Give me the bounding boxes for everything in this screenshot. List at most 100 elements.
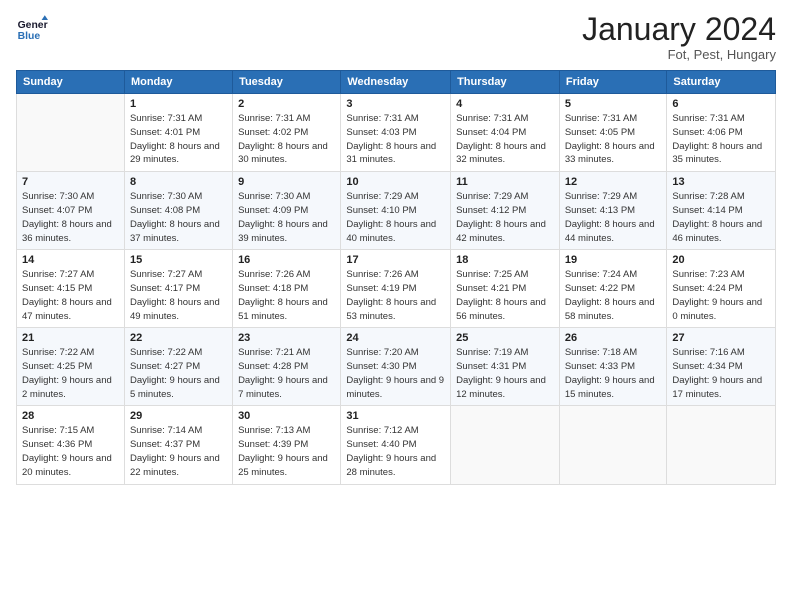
col-header-sunday: Sunday	[17, 71, 125, 94]
calendar-table: SundayMondayTuesdayWednesdayThursdayFrid…	[16, 70, 776, 484]
day-number: 12	[565, 176, 662, 188]
calendar-cell: 15Sunrise: 7:27 AM Sunset: 4:17 PM Dayli…	[124, 250, 232, 328]
day-number: 1	[130, 98, 227, 110]
calendar-cell: 28 Sunrise: 7:15 AM Sunset: 4:36 PM Dayli…	[17, 406, 125, 484]
day-info: Sunrise: 7:31 AM Sunset: 4:01 PM Dayligh…	[130, 112, 227, 167]
calendar-cell: 2 Sunrise: 7:31 AM Sunset: 4:02 PM Daylig…	[233, 94, 341, 172]
svg-text:Blue: Blue	[18, 31, 41, 42]
calendar-cell: 10 Sunrise: 7:29 AM Sunset: 4:10 PM Dayli…	[341, 172, 451, 250]
calendar-cell: 31 Sunrise: 7:12 AM Sunset: 4:40 PM Dayli…	[341, 406, 451, 484]
day-number: 17	[346, 254, 445, 266]
col-header-wednesday: Wednesday	[341, 71, 451, 94]
logo: General Blue	[16, 12, 48, 44]
day-info: Sunrise: 7:19 AM Sunset: 4:31 PM Dayligh…	[456, 346, 554, 401]
calendar-cell: 9Sunrise: 7:30 AM Sunset: 4:09 PM Daylig…	[233, 172, 341, 250]
week-row-2: 7Sunrise: 7:30 AM Sunset: 4:07 PM Daylig…	[17, 172, 776, 250]
week-row-3: 14Sunrise: 7:27 AM Sunset: 4:15 PM Dayli…	[17, 250, 776, 328]
calendar-cell: 8 Sunrise: 7:30 AM Sunset: 4:08 PM Daylig…	[124, 172, 232, 250]
day-info: Sunrise: 7:31 AM Sunset: 4:04 PM Dayligh…	[456, 112, 554, 167]
day-number: 23	[238, 332, 335, 344]
day-number: 22	[130, 332, 227, 344]
day-number: 3	[346, 98, 445, 110]
title-block: January 2024 Fot, Pest, Hungary	[582, 12, 776, 62]
day-number: 25	[456, 332, 554, 344]
day-info: Sunrise: 7:31 AM Sunset: 4:06 PM Dayligh…	[672, 112, 770, 167]
day-number: 31	[346, 410, 445, 422]
day-number: 5	[565, 98, 662, 110]
day-info: Sunrise: 7:25 AM Sunset: 4:21 PM Dayligh…	[456, 268, 554, 323]
day-number: 28	[22, 410, 119, 422]
day-info: Sunrise: 7:30 AM Sunset: 4:08 PM Dayligh…	[130, 190, 227, 245]
calendar-cell: 12 Sunrise: 7:29 AM Sunset: 4:13 PM Dayli…	[559, 172, 667, 250]
calendar-cell	[451, 406, 560, 484]
day-number: 10	[346, 176, 445, 188]
day-number: 26	[565, 332, 662, 344]
day-info: Sunrise: 7:20 AM Sunset: 4:30 PM Dayligh…	[346, 346, 445, 401]
day-info: Sunrise: 7:22 AM Sunset: 4:25 PM Dayligh…	[22, 346, 119, 401]
month-title: January 2024	[582, 12, 776, 47]
day-info: Sunrise: 7:14 AM Sunset: 4:37 PM Dayligh…	[130, 424, 227, 479]
day-number: 16	[238, 254, 335, 266]
day-info: Sunrise: 7:31 AM Sunset: 4:02 PM Dayligh…	[238, 112, 335, 167]
calendar-cell: 3 Sunrise: 7:31 AM Sunset: 4:03 PM Daylig…	[341, 94, 451, 172]
day-info: Sunrise: 7:22 AM Sunset: 4:27 PM Dayligh…	[130, 346, 227, 401]
calendar-cell	[17, 94, 125, 172]
calendar-cell: 23Sunrise: 7:21 AM Sunset: 4:28 PM Dayli…	[233, 328, 341, 406]
calendar-cell	[667, 406, 776, 484]
col-header-thursday: Thursday	[451, 71, 560, 94]
day-info: Sunrise: 7:28 AM Sunset: 4:14 PM Dayligh…	[672, 190, 770, 245]
day-info: Sunrise: 7:18 AM Sunset: 4:33 PM Dayligh…	[565, 346, 662, 401]
day-info: Sunrise: 7:12 AM Sunset: 4:40 PM Dayligh…	[346, 424, 445, 479]
col-header-saturday: Saturday	[667, 71, 776, 94]
day-info: Sunrise: 7:29 AM Sunset: 4:13 PM Dayligh…	[565, 190, 662, 245]
calendar-cell: 21 Sunrise: 7:22 AM Sunset: 4:25 PM Dayli…	[17, 328, 125, 406]
day-number: 30	[238, 410, 335, 422]
day-info: Sunrise: 7:29 AM Sunset: 4:10 PM Dayligh…	[346, 190, 445, 245]
calendar-body: 1 Sunrise: 7:31 AM Sunset: 4:01 PM Daylig…	[17, 94, 776, 484]
week-row-1: 1 Sunrise: 7:31 AM Sunset: 4:01 PM Daylig…	[17, 94, 776, 172]
day-number: 20	[672, 254, 770, 266]
calendar-cell	[559, 406, 667, 484]
location: Fot, Pest, Hungary	[582, 47, 776, 62]
day-number: 19	[565, 254, 662, 266]
day-info: Sunrise: 7:23 AM Sunset: 4:24 PM Dayligh…	[672, 268, 770, 323]
calendar-cell: 30 Sunrise: 7:13 AM Sunset: 4:39 PM Dayli…	[233, 406, 341, 484]
calendar-cell: 20 Sunrise: 7:23 AM Sunset: 4:24 PM Dayli…	[667, 250, 776, 328]
calendar-cell: 27 Sunrise: 7:16 AM Sunset: 4:34 PM Dayli…	[667, 328, 776, 406]
header: General Blue January 2024 Fot, Pest, Hun…	[16, 12, 776, 62]
calendar-cell: 29 Sunrise: 7:14 AM Sunset: 4:37 PM Dayli…	[124, 406, 232, 484]
calendar-cell: 7Sunrise: 7:30 AM Sunset: 4:07 PM Daylig…	[17, 172, 125, 250]
day-number: 2	[238, 98, 335, 110]
day-number: 21	[22, 332, 119, 344]
day-number: 29	[130, 410, 227, 422]
day-number: 18	[456, 254, 554, 266]
day-number: 27	[672, 332, 770, 344]
calendar-cell: 19 Sunrise: 7:24 AM Sunset: 4:22 PM Dayli…	[559, 250, 667, 328]
day-info: Sunrise: 7:13 AM Sunset: 4:39 PM Dayligh…	[238, 424, 335, 479]
col-header-friday: Friday	[559, 71, 667, 94]
calendar-cell: 1 Sunrise: 7:31 AM Sunset: 4:01 PM Daylig…	[124, 94, 232, 172]
calendar-cell: 17Sunrise: 7:26 AM Sunset: 4:19 PM Dayli…	[341, 250, 451, 328]
day-number: 15	[130, 254, 227, 266]
calendar-cell: 14Sunrise: 7:27 AM Sunset: 4:15 PM Dayli…	[17, 250, 125, 328]
day-info: Sunrise: 7:29 AM Sunset: 4:12 PM Dayligh…	[456, 190, 554, 245]
calendar-cell: 16 Sunrise: 7:26 AM Sunset: 4:18 PM Dayli…	[233, 250, 341, 328]
col-header-monday: Monday	[124, 71, 232, 94]
day-info: Sunrise: 7:30 AM Sunset: 4:07 PM Dayligh…	[22, 190, 119, 245]
day-info: Sunrise: 7:30 AM Sunset: 4:09 PM Dayligh…	[238, 190, 335, 245]
day-number: 24	[346, 332, 445, 344]
day-number: 13	[672, 176, 770, 188]
day-info: Sunrise: 7:26 AM Sunset: 4:18 PM Dayligh…	[238, 268, 335, 323]
day-info: Sunrise: 7:15 AM Sunset: 4:36 PM Dayligh…	[22, 424, 119, 479]
calendar-cell: 11Sunrise: 7:29 AM Sunset: 4:12 PM Dayli…	[451, 172, 560, 250]
day-number: 8	[130, 176, 227, 188]
week-row-5: 28 Sunrise: 7:15 AM Sunset: 4:36 PM Dayli…	[17, 406, 776, 484]
calendar-cell: 5Sunrise: 7:31 AM Sunset: 4:05 PM Daylig…	[559, 94, 667, 172]
day-info: Sunrise: 7:24 AM Sunset: 4:22 PM Dayligh…	[565, 268, 662, 323]
day-info: Sunrise: 7:16 AM Sunset: 4:34 PM Dayligh…	[672, 346, 770, 401]
day-info: Sunrise: 7:27 AM Sunset: 4:15 PM Dayligh…	[22, 268, 119, 323]
calendar-cell: 24 Sunrise: 7:20 AM Sunset: 4:30 PM Dayli…	[341, 328, 451, 406]
calendar-cell: 22 Sunrise: 7:22 AM Sunset: 4:27 PM Dayli…	[124, 328, 232, 406]
week-row-4: 21 Sunrise: 7:22 AM Sunset: 4:25 PM Dayli…	[17, 328, 776, 406]
day-info: Sunrise: 7:31 AM Sunset: 4:03 PM Dayligh…	[346, 112, 445, 167]
